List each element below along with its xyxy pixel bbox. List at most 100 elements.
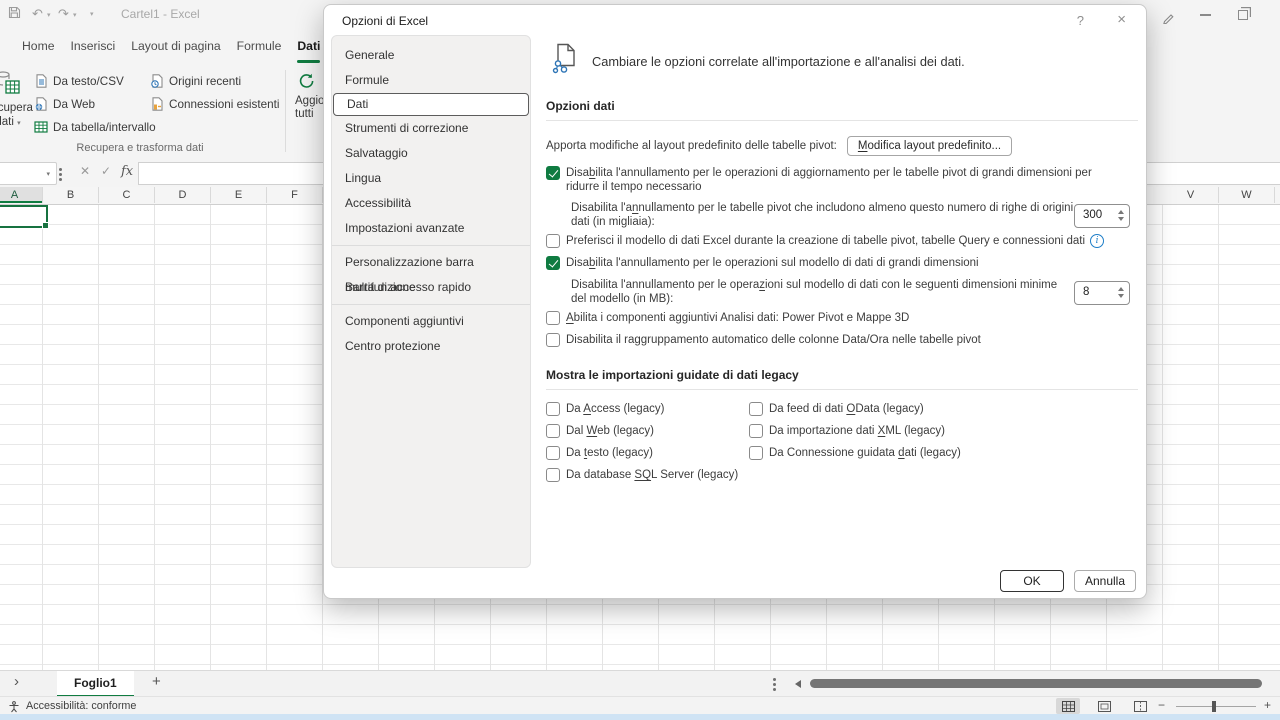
legacy-checkbox-row[interactable]: Da Connessione guidata dati (legacy) [749,447,961,461]
close-icon[interactable]: × [1117,11,1126,28]
ribbon-tab-inserisci[interactable]: Inserisci [63,28,124,66]
nav-item-lingua[interactable]: Lingua [332,166,530,191]
legacy-checkbox-row[interactable]: Da Access (legacy) [546,403,749,417]
nav-item-generale[interactable]: Generale [332,43,530,68]
checkbox-option-row[interactable]: Disabilita il raggruppamento automatico … [546,334,1138,348]
zoom-slider-track[interactable] [1176,706,1256,707]
ribbon-tab-layout-di-pagina[interactable]: Layout di pagina [123,28,228,66]
get-data-label-line1: Recupera [0,102,33,114]
sheet-nav-chevron-icon[interactable]: › [14,673,19,690]
column-header-b[interactable]: B [43,187,99,203]
ribbon-item-da-testo-csv[interactable]: Da testo/CSV [34,70,156,92]
checkbox-unchecked-icon[interactable] [749,446,763,460]
cancel-entry-icon[interactable]: ✕ [80,164,90,178]
legacy-checkbox-row[interactable]: Da database SQL Server (legacy) [546,469,749,483]
view-page-layout-icon[interactable] [1092,698,1116,714]
checkbox-option-row[interactable]: Preferisci il modello di dati Excel dura… [546,235,1138,249]
name-box-dropdown-icon[interactable]: ▾ [46,170,50,178]
checkbox-option-row[interactable]: Disabilita l'annullamento per le operazi… [546,167,1138,194]
undo-icon[interactable]: ↶ [32,6,43,22]
spinner-input[interactable]: 300 [1074,204,1130,228]
column-header-w[interactable]: W [1219,187,1275,203]
ribbon-item-connessioni-esistenti[interactable]: Connessioni esistenti [150,93,279,115]
ribbon-tab-formule[interactable]: Formule [229,28,290,66]
refresh-label-line2: tutti [295,108,314,120]
redo-icon[interactable]: ↷ [58,6,69,22]
nav-item-formule[interactable]: Formule [332,68,530,93]
nav-item-componenti-aggiuntivi[interactable]: Componenti aggiuntivi [332,309,530,334]
add-sheet-button[interactable]: + [152,673,161,690]
legacy-checkbox-row[interactable]: Da testo (legacy) [546,447,749,461]
checkbox-unchecked-icon[interactable] [546,468,560,482]
checkbox-checked-icon[interactable] [546,166,560,180]
insert-function-icon[interactable]: fx [121,164,133,179]
legacy-checkbox-row[interactable]: Da importazione dati XML (legacy) [749,425,961,439]
save-icon[interactable] [8,6,21,23]
nav-item-salvataggio[interactable]: Salvataggio [332,141,530,166]
dialog-intro-text: Cambiare le opzioni correlate all'import… [592,54,965,69]
nav-divider [332,304,530,305]
checkbox-unchecked-icon[interactable] [546,333,560,347]
nav-item-strumenti-di-correzione[interactable]: Strumenti di correzione [332,116,530,141]
selected-cell-a1[interactable] [0,205,48,228]
restore-icon[interactable] [1238,10,1248,20]
ribbon-tab-home[interactable]: Home [14,28,63,66]
sheet-options-icon[interactable] [773,676,776,693]
zoom-slider-thumb[interactable] [1212,701,1216,712]
legacy-checkbox-row[interactable]: Da feed di dati OData (legacy) [749,403,961,417]
undo-dropdown-icon[interactable]: ▾ [47,11,51,19]
window-title: Cartel1 - Excel [121,7,200,21]
option-label: Disabilita l'annullamento per le tabelle… [571,202,1074,229]
legacy-option-label: Da database SQL Server (legacy) [566,469,738,483]
spinner-arrows-icon[interactable] [1118,285,1124,301]
scroll-left-icon[interactable] [795,680,801,688]
checkbox-unchecked-icon[interactable] [749,424,763,438]
zoom-out-icon[interactable]: − [1158,698,1165,712]
zoom-in-icon[interactable]: + [1264,698,1271,712]
ink-pen-icon[interactable] [1162,10,1176,29]
spinner-arrows-icon[interactable] [1118,208,1124,224]
ribbon-item-da-tabella-intervallo[interactable]: Da tabella/intervallo [34,116,156,138]
column-header-v[interactable]: V [1163,187,1219,203]
legacy-checkbox-row[interactable]: Dal Web (legacy) [546,425,749,439]
column-header-f[interactable]: F [267,187,323,203]
nav-item-accessibilit-[interactable]: Accessibilità [332,191,530,216]
help-icon[interactable]: ? [1077,13,1084,28]
checkbox-unchecked-icon[interactable] [546,234,560,248]
sheet-tab-foglio1[interactable]: Foglio1 [57,671,134,697]
edit-default-layout-button[interactable]: Modifica layout predefinito... [847,136,1012,156]
cancel-button[interactable]: Annulla [1074,570,1136,592]
ribbon-item-da-web[interactable]: Da Web [34,93,156,115]
formula-bar-handle[interactable] [59,166,62,183]
name-box[interactable]: ▾ [0,162,57,185]
nav-item-impostazioni-avanzate[interactable]: Impostazioni avanzate [332,216,530,241]
checkbox-checked-icon[interactable] [546,256,560,270]
nav-item-barra-di-accesso-rapido[interactable]: Barra di accesso rapido [332,275,530,300]
column-header-d[interactable]: D [155,187,211,203]
ok-button[interactable]: OK [1000,570,1064,592]
column-header-c[interactable]: C [99,187,155,203]
view-page-break-icon[interactable] [1128,698,1152,714]
horizontal-scrollbar-thumb[interactable] [810,679,1262,688]
redo-dropdown-icon[interactable]: ▾ [73,11,77,19]
column-header-a[interactable]: A [0,187,43,203]
checkbox-unchecked-icon[interactable] [749,402,763,416]
checkbox-option-row[interactable]: Disabilita l'annullamento per le operazi… [546,257,1138,271]
ribbon-item-origini-recenti[interactable]: Origini recenti [150,70,279,92]
data-options-list: Disabilita l'annullamento per le operazi… [546,167,1138,348]
info-icon[interactable]: i [1090,234,1104,248]
nav-item-dati[interactable]: Dati [333,93,529,116]
checkbox-unchecked-icon[interactable] [546,424,560,438]
nav-item-centro-protezione[interactable]: Centro protezione [332,334,530,359]
nav-item-personalizzazione-barra-multifunzione[interactable]: Personalizzazione barra multifunzione [332,250,530,275]
checkbox-unchecked-icon[interactable] [546,311,560,325]
customize-qat-icon[interactable]: ▾ [90,10,94,18]
column-header-e[interactable]: E [211,187,267,203]
spinner-input[interactable]: 8 [1074,281,1130,305]
minimize-icon[interactable] [1200,14,1211,16]
view-normal-icon[interactable] [1056,698,1080,714]
checkbox-option-row[interactable]: Abilita i componenti aggiuntivi Analisi … [546,312,1138,326]
checkbox-unchecked-icon[interactable] [546,402,560,416]
checkbox-unchecked-icon[interactable] [546,446,560,460]
confirm-entry-icon[interactable]: ✓ [101,164,111,178]
